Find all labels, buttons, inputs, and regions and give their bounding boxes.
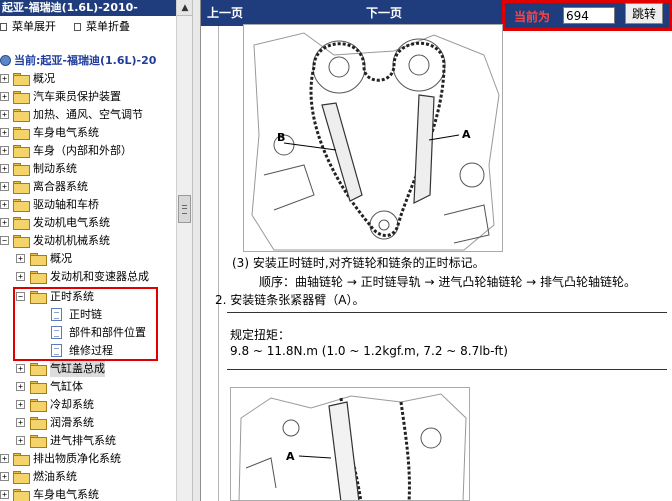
divider	[227, 369, 667, 370]
page-number-input[interactable]	[563, 7, 615, 24]
folder-icon	[13, 127, 30, 140]
prev-page-link[interactable]: 上一页	[207, 4, 243, 21]
tree-item-label: 发动机电气系统	[33, 216, 110, 229]
folder-icon	[13, 199, 30, 212]
figure-label-a: A	[286, 450, 295, 463]
app-title: 起亚-福瑞迪(1.6L)-2010-	[0, 0, 176, 16]
expand-toggle-icon[interactable]: +	[0, 200, 9, 209]
expand-toggle-icon[interactable]: +	[0, 146, 9, 155]
next-page-link[interactable]: 下一页	[366, 4, 402, 21]
current-page-label: 当前为	[514, 10, 551, 24]
expand-toggle-icon[interactable]: +	[16, 382, 25, 391]
timing-chain-figure: B A	[243, 24, 503, 252]
collapse-menu-button[interactable]: 菜单折叠	[74, 19, 130, 35]
expand-menu-button[interactable]: 菜单展开	[0, 19, 56, 35]
scroll-up-icon[interactable]: ▲	[177, 0, 193, 16]
tree-item-label: 进气排气系统	[50, 434, 116, 447]
divider	[227, 312, 667, 313]
content-pane: 上一页 下一页 当前为 跳转	[201, 0, 672, 501]
folder-icon	[13, 73, 30, 86]
folder-icon	[13, 217, 30, 230]
expand-toggle-icon[interactable]: +	[16, 254, 25, 263]
folder-icon	[30, 381, 47, 394]
menu-icon	[74, 23, 81, 31]
torque-label: 规定扭矩：	[230, 328, 291, 342]
globe-icon	[0, 55, 11, 66]
content-border	[218, 26, 219, 501]
tree-item-label: 气缸盖总成	[50, 360, 105, 377]
expand-toggle-icon[interactable]: +	[0, 472, 9, 481]
folder-icon	[30, 399, 47, 412]
folder-icon	[30, 417, 47, 430]
step-3-text: (3) 安装正时链时,对齐链轮和链条的正时标记。	[232, 256, 485, 270]
folder-icon	[13, 145, 30, 158]
tree-item-label: 发动机机械系统	[33, 234, 110, 247]
folder-icon	[30, 435, 47, 448]
tree-item-label: 驱动轴和车桥	[33, 198, 99, 211]
torque-value: 9.8 ~ 11.8N.m (1.0 ~ 1.2kgf.m, 7.2 ~ 8.7…	[230, 344, 508, 358]
tree-item-label: 概况	[33, 72, 55, 85]
menu-bar: 菜单展开 菜单折叠	[0, 19, 176, 35]
collapse-menu-label: 菜单折叠	[86, 20, 130, 33]
folder-icon	[13, 471, 30, 484]
tree-item-label: 车身电气系统	[33, 488, 99, 501]
expand-menu-label: 菜单展开	[12, 20, 56, 33]
expand-toggle-icon[interactable]: +	[0, 92, 9, 101]
folder-icon	[30, 271, 47, 284]
folder-icon	[30, 253, 47, 266]
expand-toggle-icon[interactable]: +	[0, 182, 9, 191]
tree-root-label: 当前:起亚-福瑞迪(1.6L)-20	[14, 54, 157, 67]
tree-item-label: 加热、通风、空气调节	[33, 108, 143, 121]
expand-toggle-icon[interactable]: +	[0, 454, 9, 463]
tree-item-label: 气缸体	[50, 380, 83, 393]
figure-label-a: A	[462, 128, 471, 141]
tree-item-label: 冷却系统	[50, 398, 94, 411]
expand-toggle-icon[interactable]: +	[0, 164, 9, 173]
figure-label-b: B	[277, 131, 285, 144]
folder-icon	[13, 453, 30, 466]
tree-item-label: 汽车乘员保护装置	[33, 90, 121, 103]
folder-icon	[30, 363, 47, 376]
expand-toggle-icon[interactable]: +	[16, 272, 25, 281]
open-folder-icon	[13, 235, 30, 248]
highlight-box	[13, 287, 158, 361]
expand-toggle-icon[interactable]: +	[0, 74, 9, 83]
scrollbar-thumb[interactable]	[178, 195, 191, 223]
tree-item-label: 概况	[50, 252, 72, 265]
step-3-sequence: 顺序：曲轴链轮 → 正时链导轨 → 进气凸轮轴链轮 → 排气凸轮轴链轮。	[259, 275, 637, 289]
timing-chain-diagram: B A	[251, 32, 500, 251]
tree-scrollbar[interactable]: ▲	[176, 0, 193, 501]
expand-toggle-icon[interactable]: +	[16, 400, 25, 409]
pane-splitter[interactable]	[192, 0, 201, 501]
go-button[interactable]: 跳转	[625, 3, 663, 24]
menu-icon	[0, 23, 7, 31]
folder-icon	[13, 489, 30, 501]
navigation-pane: 起亚-福瑞迪(1.6L)-2010- 菜单展开 菜单折叠 当前:起亚-福瑞迪(1…	[0, 0, 176, 501]
expand-toggle-icon[interactable]: +	[0, 490, 9, 499]
tree-item-label: 制动系统	[33, 162, 77, 175]
folder-icon	[13, 163, 30, 176]
expand-toggle-icon[interactable]: +	[16, 436, 25, 445]
tree-item-label: 车身（内部和外部）	[33, 144, 132, 157]
expand-toggle-icon[interactable]: +	[0, 110, 9, 119]
tree-root[interactable]: 当前:起亚-福瑞迪(1.6L)-20	[0, 52, 176, 69]
folder-icon	[13, 181, 30, 194]
expand-toggle-icon[interactable]: +	[16, 364, 25, 373]
tree-item-label: 排出物质净化系统	[33, 452, 121, 465]
tree-item-label: 燃油系统	[33, 470, 77, 483]
page-jump-box: 当前为 跳转	[502, 0, 672, 31]
folder-icon	[13, 109, 30, 122]
folder-icon	[13, 91, 30, 104]
expand-toggle-icon[interactable]: +	[0, 128, 9, 137]
tree-item-label: 发动机和变速器总成	[50, 270, 149, 283]
tree-item-label: 车身电气系统	[33, 126, 99, 139]
tree-item-label: 润滑系统	[50, 416, 94, 429]
collapse-toggle-icon[interactable]: −	[0, 236, 9, 245]
expand-toggle-icon[interactable]: +	[16, 418, 25, 427]
tensioner-arm-figure: A	[230, 387, 470, 501]
tensioner-arm-diagram: A	[238, 393, 467, 500]
step-2-text: 2. 安装链条张紧器臂（A）。	[215, 293, 365, 307]
expand-toggle-icon[interactable]: +	[0, 218, 9, 227]
tree-item-label: 离合器系统	[33, 180, 88, 193]
